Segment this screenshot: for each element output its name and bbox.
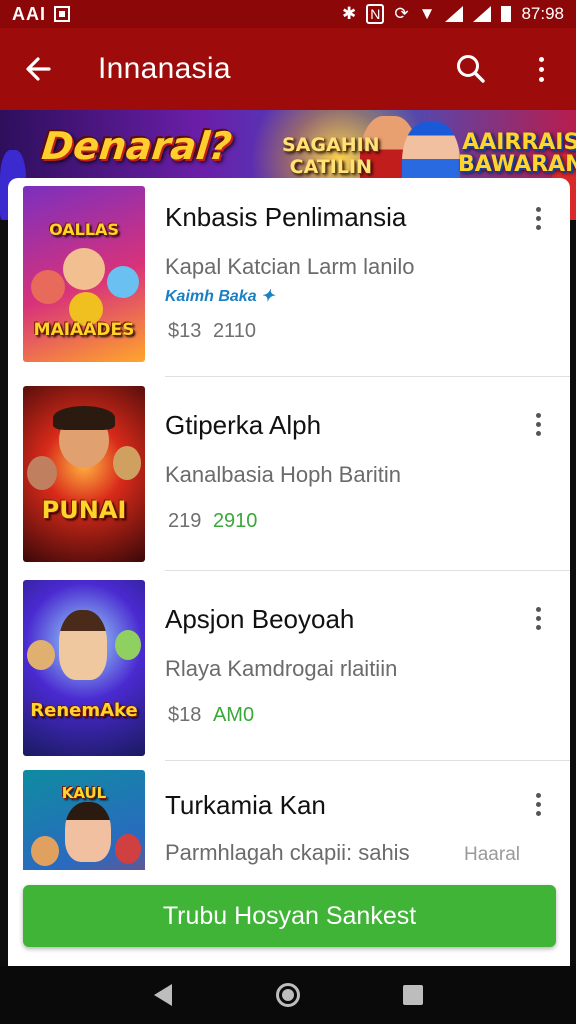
banner-badge: SAGAHIN CATILIN xyxy=(282,134,380,178)
item-subtitle: Kanalbasia Hoph Baritin xyxy=(165,462,402,487)
list-item[interactable]: PUNAI Gtiperka Alph Kanalbasia Hoph Bari… xyxy=(8,378,570,570)
signal-icon xyxy=(445,6,464,22)
arrow-back-icon xyxy=(26,57,51,81)
triangle-back-icon xyxy=(153,984,172,1006)
notification-icon xyxy=(54,6,70,22)
status-time: 87:98 xyxy=(521,4,564,23)
divider xyxy=(165,376,570,377)
item-meta: 219 2910 xyxy=(168,510,257,533)
battery-icon xyxy=(501,6,512,22)
banner-title: Denaral? xyxy=(39,124,234,168)
thumb-face xyxy=(31,270,65,304)
app-bar: Innanasia xyxy=(0,28,576,110)
divider xyxy=(165,760,570,761)
more-vert-icon xyxy=(538,56,544,82)
item-title: Turkamia Kan xyxy=(165,790,326,820)
item-title: Apsjon Beoyoah xyxy=(165,604,355,634)
nfc-icon: N xyxy=(366,4,385,24)
item-subtitle: Parmhlagah ckapii: sahis xyxy=(165,840,410,865)
thumb-face xyxy=(27,640,55,670)
thumb-face xyxy=(115,834,141,864)
system-nav-bar xyxy=(0,966,576,1024)
thumb-face xyxy=(63,248,105,290)
primary-action-button[interactable]: Trubu Hosyan Sankest xyxy=(23,885,556,947)
thumb-label: PUNAI xyxy=(41,496,127,524)
thumb-face xyxy=(27,456,57,490)
thumb-face xyxy=(113,446,141,480)
thumb-face xyxy=(107,266,139,298)
back-button[interactable] xyxy=(0,28,76,110)
app-thumbnail: RenemAke xyxy=(23,580,145,756)
item-tag-label: Kaimh Baka xyxy=(165,288,257,305)
item-count: 2910 xyxy=(212,510,258,532)
bluetooth-icon: ✱ xyxy=(342,4,357,23)
item-count: 2110 xyxy=(212,320,256,342)
sparkle-icon: ✦ xyxy=(261,288,275,305)
app-list: OALLAS MAIAADES Knbasis Penlimansia Kapa… xyxy=(8,178,570,966)
app-thumbnail: PUNAI xyxy=(23,386,145,562)
signal-icon-2 xyxy=(473,6,492,22)
item-price: $13 xyxy=(168,320,202,342)
item-count: AM0 xyxy=(212,704,255,726)
wifi-icon: ▼ xyxy=(418,4,436,23)
nav-back-button[interactable] xyxy=(139,971,187,1019)
item-price: $18 xyxy=(168,704,202,726)
thumb-face xyxy=(115,630,141,660)
item-subtitle: Kapal Katcian Larm lanilo xyxy=(165,254,415,279)
circle-home-icon xyxy=(275,983,300,1007)
page-title: Innanasia xyxy=(98,52,231,85)
overflow-menu-button[interactable] xyxy=(506,28,576,110)
item-meta: $18 AM0 xyxy=(168,704,254,727)
item-price: 219 xyxy=(168,510,202,532)
item-overflow-button[interactable] xyxy=(528,788,548,820)
banner-badge-2: AAIRRAIS BAWARAN xyxy=(458,130,576,177)
thumb-label: MAIAADES xyxy=(33,320,135,340)
item-overflow-button[interactable] xyxy=(528,408,548,440)
carrier-label: AAI xyxy=(12,3,46,24)
search-icon xyxy=(457,55,485,83)
thumb-face xyxy=(59,610,107,680)
item-extra: Haaral xyxy=(464,844,520,865)
item-overflow-button[interactable] xyxy=(528,602,548,634)
square-recents-icon xyxy=(403,985,424,1005)
thumb-label: KAUL xyxy=(61,784,107,802)
thumb-label: RenemAke xyxy=(30,700,138,721)
nav-home-button[interactable] xyxy=(264,971,312,1019)
thumb-face xyxy=(31,836,59,866)
item-overflow-button[interactable] xyxy=(528,202,548,234)
thumb-face xyxy=(65,802,111,862)
item-tag: Kaimh Baka ✦ xyxy=(165,286,274,306)
thumb-face xyxy=(53,406,115,430)
divider xyxy=(165,570,570,571)
item-title: Knbasis Penlimansia xyxy=(165,202,407,232)
item-subtitle: Rlaya Kamdrogai rlaitiin xyxy=(165,656,398,681)
item-meta: $13 2110 xyxy=(168,320,256,343)
status-bar: AAI ✱ N ⟳ ▼ 87:98 xyxy=(0,0,576,28)
list-item[interactable]: OALLAS MAIAADES Knbasis Penlimansia Kapa… xyxy=(8,178,570,370)
app-thumbnail: OALLAS MAIAADES xyxy=(23,186,145,362)
item-title: Gtiperka Alph xyxy=(165,410,322,440)
list-item[interactable]: RenemAke Apsjon Beoyoah Rlaya Kamdrogai … xyxy=(8,572,570,764)
nav-recents-button[interactable] xyxy=(389,971,437,1019)
sync-icon: ⟳ xyxy=(394,4,409,23)
search-button[interactable] xyxy=(436,28,506,110)
thumb-top-label: OALLAS xyxy=(49,220,119,239)
